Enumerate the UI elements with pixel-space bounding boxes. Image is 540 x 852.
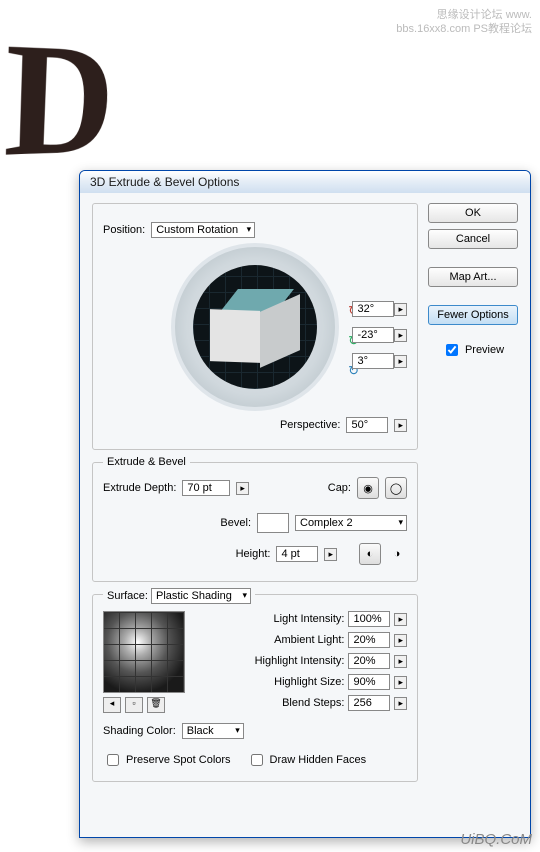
blend-stepper[interactable]: ▸ <box>394 697 407 710</box>
height-stepper[interactable]: ▸ <box>324 548 337 561</box>
position-group: Position: Custom Rotation ↻↻↻ 32°▸ -23°▸… <box>92 203 418 450</box>
li-label: Light Intensity: <box>274 613 345 625</box>
perspective-label: Perspective: <box>280 419 341 431</box>
extrude-legend: Extrude & Bevel <box>103 456 190 468</box>
depth-label: Extrude Depth: <box>103 482 176 494</box>
depth-stepper[interactable]: ▸ <box>236 482 249 495</box>
li-stepper[interactable]: ▸ <box>394 613 407 626</box>
ambient-input[interactable]: 20% <box>348 632 390 648</box>
bevel-out-button[interactable]: ◑ <box>387 544 407 564</box>
depth-input[interactable]: 70 pt <box>182 480 230 496</box>
amb-label: Ambient Light: <box>274 634 344 646</box>
rotation-preview[interactable] <box>171 243 339 411</box>
bevel-preview <box>257 513 289 533</box>
preview-checkbox[interactable]: Preview <box>428 341 518 359</box>
bevel-select[interactable]: Complex 2 <box>295 515 407 531</box>
perspective-stepper[interactable]: ▸ <box>394 419 407 432</box>
rz-stepper[interactable]: ▸ <box>394 355 407 368</box>
surface-select[interactable]: Plastic Shading <box>151 588 251 604</box>
hls-stepper[interactable]: ▸ <box>394 676 407 689</box>
highlight-size-input[interactable]: 90% <box>348 674 390 690</box>
draw-hidden-checkbox[interactable]: Draw Hidden Faces <box>247 751 367 769</box>
light-sphere[interactable] <box>103 611 185 693</box>
fewer-options-button[interactable]: Fewer Options <box>428 305 518 325</box>
map-art-button[interactable]: Map Art... <box>428 267 518 287</box>
ok-button[interactable]: OK <box>428 203 518 223</box>
cancel-button[interactable]: Cancel <box>428 229 518 249</box>
bevel-in-button[interactable]: ◐ <box>359 543 381 565</box>
light-intensity-input[interactable]: 100% <box>348 611 390 627</box>
cap-on-button[interactable]: ◉ <box>357 477 379 499</box>
watermark-top-2: bbs.16xx8.com PS教程论坛 <box>396 20 532 36</box>
hli-stepper[interactable]: ▸ <box>394 655 407 668</box>
ry-stepper[interactable]: ▸ <box>394 329 407 342</box>
height-label: Height: <box>236 548 271 560</box>
highlight-intensity-input[interactable]: 20% <box>348 653 390 669</box>
rotate-x-input[interactable]: 32° <box>352 301 394 317</box>
rx-stepper[interactable]: ▸ <box>394 303 407 316</box>
preserve-spot-checkbox[interactable]: Preserve Spot Colors <box>103 751 231 769</box>
perspective-input[interactable]: 50° <box>346 417 388 433</box>
cap-label: Cap: <box>328 482 351 494</box>
light-swatch-area: ◂▫🗑 <box>103 611 185 713</box>
position-select[interactable]: Custom Rotation <box>151 222 255 238</box>
dialog-3d-extrude: 3D Extrude & Bevel Options Position: Cus… <box>79 170 531 838</box>
extrude-group: Extrude & Bevel Extrude Depth: 70 pt ▸ C… <box>92 462 418 582</box>
surface-legend: Surface: Plastic Shading <box>103 588 255 604</box>
footer-watermark: UiBQ.CoM <box>460 831 532 848</box>
light-delete-button[interactable]: 🗑 <box>147 697 165 713</box>
shading-label: Shading Color: <box>103 725 176 737</box>
height-input[interactable]: 4 pt <box>276 546 318 562</box>
light-new-button[interactable]: ▫ <box>125 697 143 713</box>
light-back-button[interactable]: ◂ <box>103 697 121 713</box>
bevel-label: Bevel: <box>220 517 251 529</box>
rotate-y-input[interactable]: -23° <box>352 327 394 343</box>
surface-group: Surface: Plastic Shading ◂▫🗑 Light Inten… <box>92 594 418 782</box>
blend-steps-input[interactable]: 256 <box>348 695 390 711</box>
background-letter: D <box>2 2 112 193</box>
position-label: Position: <box>103 224 145 236</box>
blend-label: Blend Steps: <box>282 697 344 709</box>
hli-label: Highlight Intensity: <box>255 655 345 667</box>
amb-stepper[interactable]: ▸ <box>394 634 407 647</box>
rotate-z-input[interactable]: 3° <box>352 353 394 369</box>
hls-label: Highlight Size: <box>274 676 344 688</box>
shading-color-select[interactable]: Black <box>182 723 244 739</box>
dialog-title: 3D Extrude & Bevel Options <box>80 171 530 193</box>
cap-off-button[interactable]: ◯ <box>385 477 407 499</box>
